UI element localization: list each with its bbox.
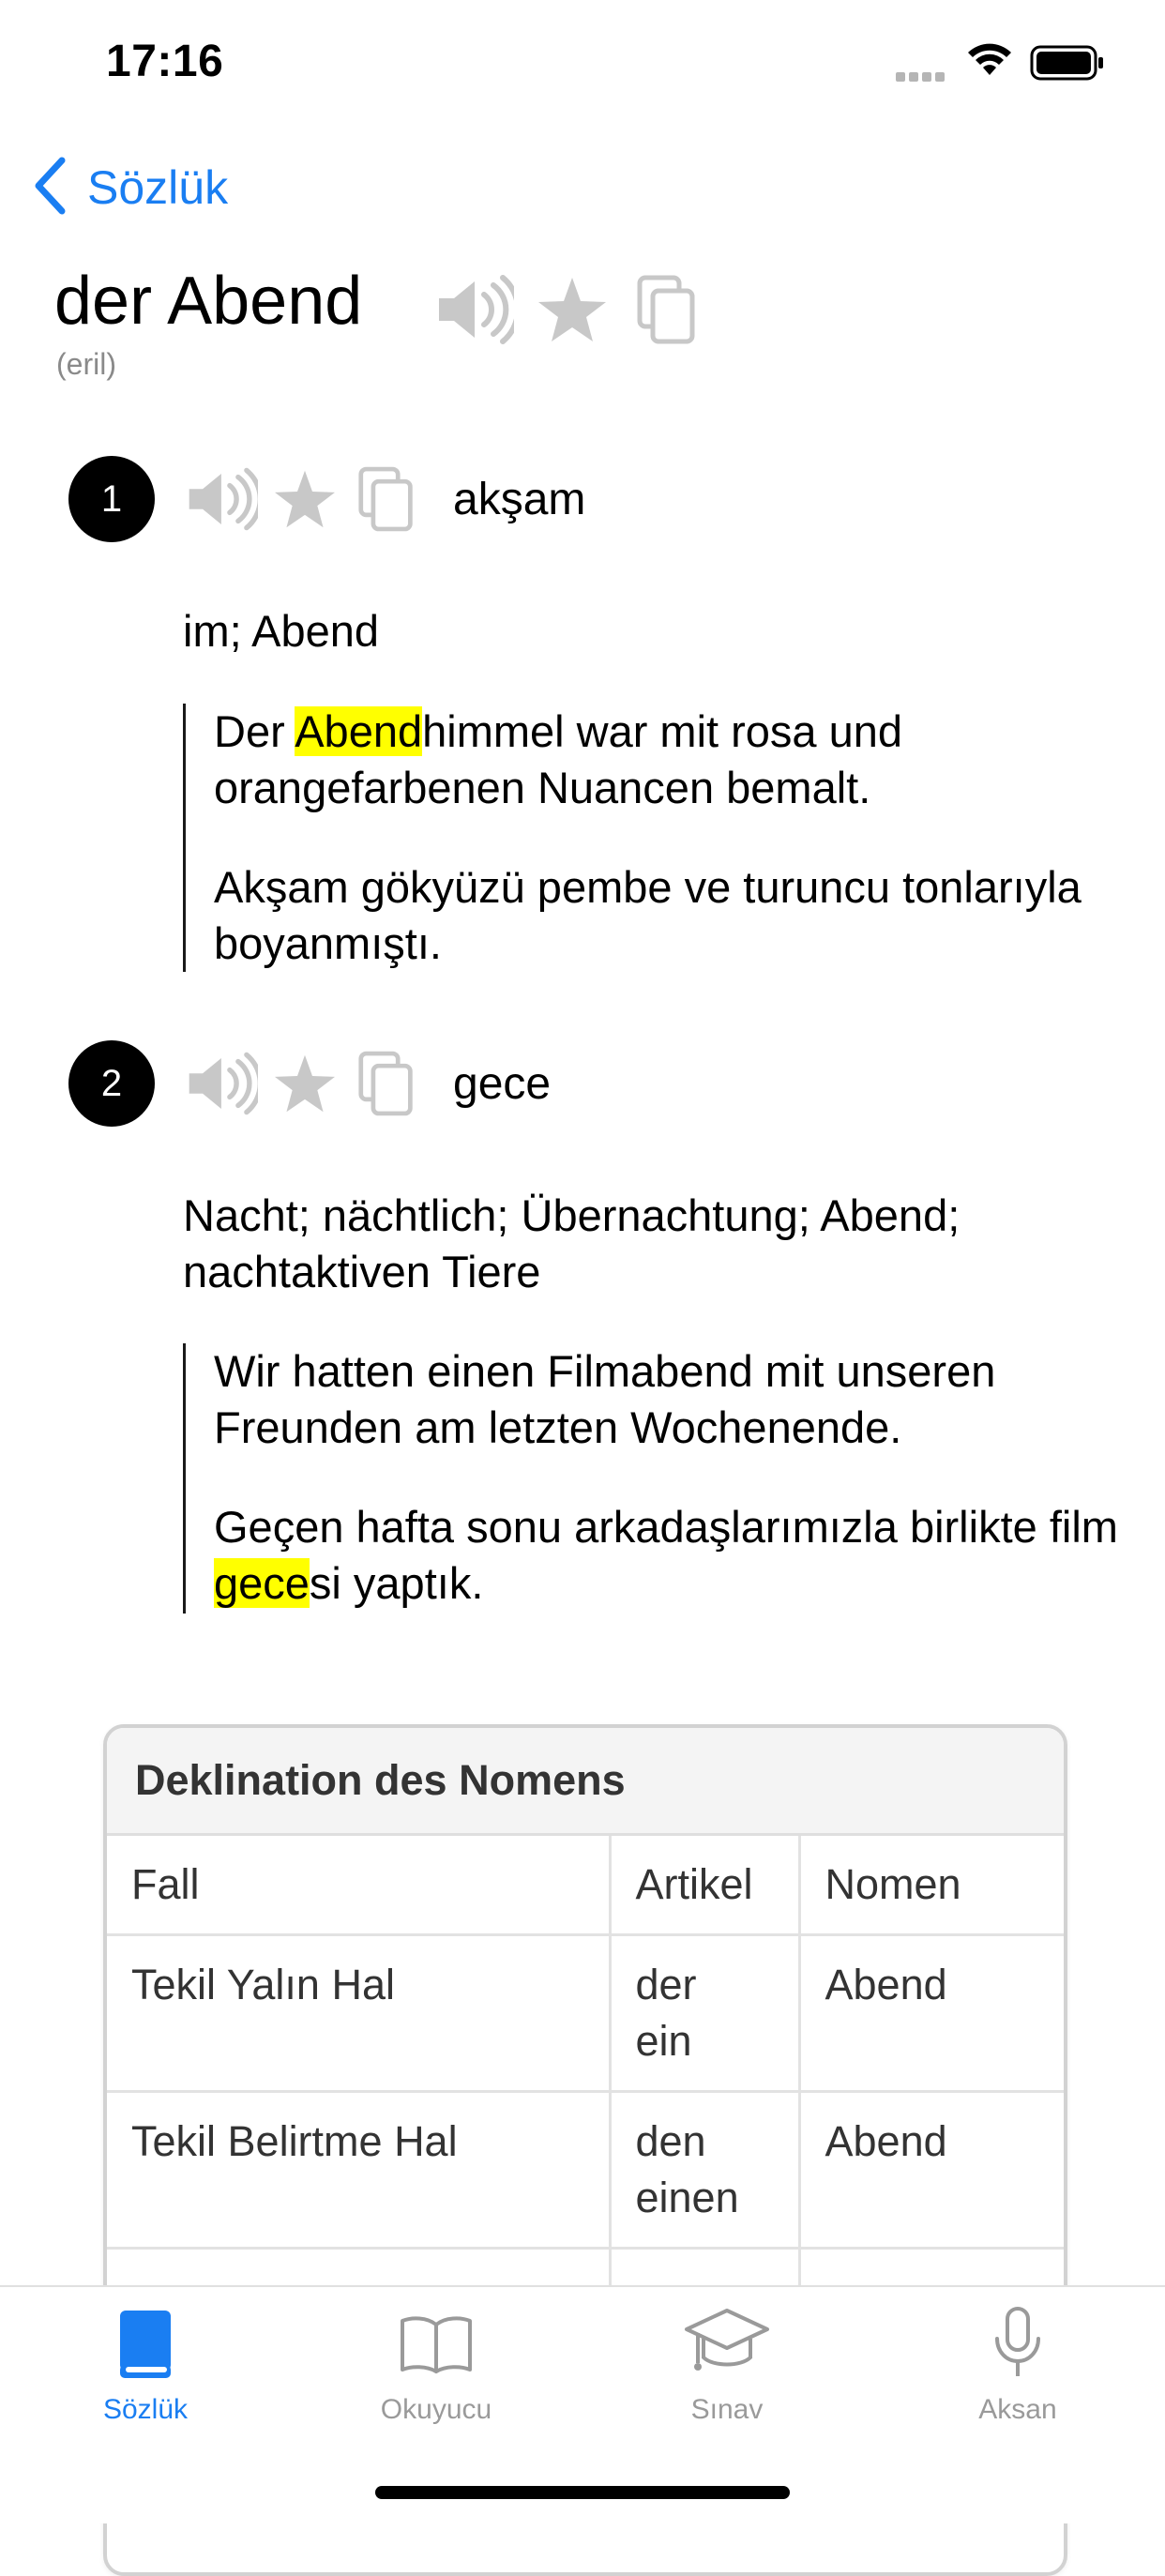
tab-label: Sınav [690, 2394, 764, 2425]
example-german: Wir hatten einen Filmabend mit unseren F… [214, 1346, 996, 1452]
declension-title: Deklination des Nomens [107, 1728, 1064, 1836]
sense-translation: akşam [453, 474, 586, 524]
gender-label: (eril) [56, 347, 116, 381]
tab-aksan[interactable]: Aksan [872, 2287, 1163, 2456]
tab-okuyucu[interactable]: Okuyucu [291, 2287, 582, 2456]
example-turkish: Geçen hafta sonu arkadaşlarımızla birlik… [214, 1502, 1118, 1608]
noun-cell: Abend [799, 1934, 1064, 2093]
sense-1-header: 1 akşam [68, 456, 585, 542]
sense-2-gloss: Nacht; nächtlich; Übernachtung; Abend; n… [183, 1190, 961, 1296]
chevron-left-icon [33, 157, 67, 220]
case-cell: Tekil Belirtme Hal [107, 2091, 612, 2250]
example-german: Der Abendhimmel war mit rosa und orangef… [214, 706, 903, 812]
header-cell: Nomen [799, 1836, 1064, 1936]
speaker-icon[interactable] [183, 1050, 258, 1117]
status-time: 17:16 [106, 37, 224, 86]
star-icon[interactable] [273, 1053, 337, 1114]
open-book-icon [399, 2306, 474, 2383]
copy-icon[interactable] [357, 465, 416, 533]
headword: der Abend [54, 264, 363, 339]
speaker-icon[interactable] [183, 465, 258, 533]
sense-2-header: 2 gece [68, 1040, 551, 1127]
copy-icon[interactable] [357, 1050, 416, 1117]
home-indicator[interactable] [375, 2486, 790, 2499]
sense-1-example: Der Abendhimmel war mit rosa und orangef… [183, 704, 1142, 972]
sense-number: 1 [68, 456, 155, 542]
back-label: Sözlük [87, 161, 229, 214]
star-icon[interactable] [537, 276, 608, 343]
tab-label: Sözlük [102, 2394, 189, 2425]
star-icon[interactable] [273, 469, 337, 529]
sense-2-example: Wir hatten einen Filmabend mit unseren F… [183, 1343, 1142, 1614]
tab-sozluk[interactable]: Sözlük [0, 2287, 291, 2456]
header-cell: Artikel [610, 1836, 801, 1936]
table-row: Tekil Yalın Hal der ein Abend [107, 1934, 1064, 2093]
table-row: Tekil Belirtme Hal den einen Abend [107, 2091, 1064, 2250]
sense-translation: gece [453, 1058, 552, 1109]
speaker-icon[interactable] [433, 272, 514, 347]
graduation-cap-icon [683, 2306, 771, 2383]
microphone-icon [991, 2306, 1044, 2383]
wifi-icon [966, 41, 1013, 79]
highlight-mark: gece [214, 1558, 310, 1608]
table-header-row: Fall Artikel Nomen [107, 1836, 1064, 1936]
case-cell: Tekil Yalın Hal [107, 1934, 612, 2093]
noun-cell: Abend [799, 2091, 1064, 2250]
cellular-signal-icon [896, 69, 950, 82]
sense-number: 2 [68, 1040, 155, 1127]
headword-actions [433, 272, 698, 347]
article-cell: der ein [610, 1934, 801, 2093]
sense-1-gloss: im; Abend [183, 606, 380, 656]
battery-icon [1030, 45, 1105, 81]
tab-sinav[interactable]: Sınav [582, 2287, 872, 2456]
back-button[interactable]: Sözlük [33, 155, 228, 220]
copy-icon[interactable] [636, 274, 698, 345]
tab-label: Okuyucu [380, 2394, 492, 2425]
book-filled-icon [116, 2306, 174, 2383]
article-cell: den einen [610, 2091, 801, 2250]
example-turkish: Akşam gökyüzü pembe ve turuncu tonlarıyl… [214, 862, 1082, 968]
highlight-mark: Abend [295, 706, 423, 756]
header-cell: Fall [107, 1836, 612, 1936]
tab-label: Aksan [978, 2394, 1057, 2425]
